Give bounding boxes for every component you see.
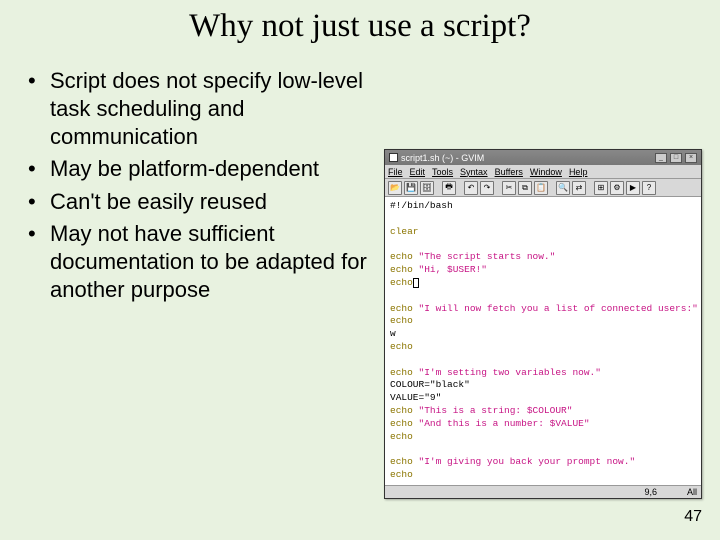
copy-icon[interactable]: ⧉ bbox=[518, 181, 532, 195]
bullet-item: Script does not specify low-level task s… bbox=[28, 67, 384, 151]
paste-icon[interactable]: 📋 bbox=[534, 181, 548, 195]
replace-icon[interactable]: ⇄ bbox=[572, 181, 586, 195]
maximize-icon[interactable]: □ bbox=[670, 153, 682, 163]
bullet-item: May be platform-dependent bbox=[28, 155, 384, 183]
menu-file[interactable]: File bbox=[388, 167, 403, 177]
menu-bar: File Edit Tools Syntax Buffers Window He… bbox=[385, 165, 701, 179]
tag-icon[interactable]: ⊞ bbox=[594, 181, 608, 195]
open-icon[interactable]: 📂 bbox=[388, 181, 402, 195]
save-icon[interactable]: 💾 bbox=[404, 181, 418, 195]
close-icon[interactable]: × bbox=[685, 153, 697, 163]
menu-window[interactable]: Window bbox=[530, 167, 562, 177]
menu-buffers[interactable]: Buffers bbox=[495, 167, 523, 177]
bullet-item: May not have sufficient documentation to… bbox=[28, 220, 384, 304]
document-icon bbox=[389, 153, 398, 162]
bullet-item: Can't be easily reused bbox=[28, 188, 384, 216]
status-bar: 9,6 All bbox=[385, 485, 701, 498]
editor-window: script1.sh (~) - GVIM _ □ × File Edit To… bbox=[384, 149, 702, 499]
redo-icon[interactable]: ↷ bbox=[480, 181, 494, 195]
save-all-icon[interactable]: 🗄 bbox=[420, 181, 434, 195]
slide: Why not just use a script? Script does n… bbox=[0, 0, 720, 540]
toolbar: 📂 💾 🗄 🖶 ↶ ↷ ✂ ⧉ 📋 🔍 ⇄ ⊞ bbox=[385, 179, 701, 197]
menu-tools[interactable]: Tools bbox=[432, 167, 453, 177]
code-editor-area[interactable]: #!/bin/bash clear echo "The script start… bbox=[385, 197, 701, 485]
shell-icon[interactable]: ▶ bbox=[626, 181, 640, 195]
menu-edit[interactable]: Edit bbox=[410, 167, 426, 177]
minimize-icon[interactable]: _ bbox=[655, 153, 667, 163]
find-icon[interactable]: 🔍 bbox=[556, 181, 570, 195]
window-titlebar: script1.sh (~) - GVIM _ □ × bbox=[385, 150, 701, 165]
bullet-list: Script does not specify low-level task s… bbox=[28, 67, 384, 499]
menu-syntax[interactable]: Syntax bbox=[460, 167, 488, 177]
undo-icon[interactable]: ↶ bbox=[464, 181, 478, 195]
page-number: 47 bbox=[684, 508, 702, 526]
print-icon[interactable]: 🖶 bbox=[442, 181, 456, 195]
status-right: All bbox=[687, 487, 697, 497]
text-cursor bbox=[413, 278, 419, 288]
help-icon[interactable]: ? bbox=[642, 181, 656, 195]
window-title-text: script1.sh (~) - GVIM bbox=[401, 153, 484, 163]
editor-screenshot: script1.sh (~) - GVIM _ □ × File Edit To… bbox=[384, 149, 702, 499]
content-row: Script does not specify low-level task s… bbox=[0, 67, 720, 499]
menu-help[interactable]: Help bbox=[569, 167, 588, 177]
cut-icon[interactable]: ✂ bbox=[502, 181, 516, 195]
slide-title: Why not just use a script? bbox=[0, 8, 720, 45]
status-position: 9,6 bbox=[644, 487, 657, 497]
make-icon[interactable]: ⚙ bbox=[610, 181, 624, 195]
